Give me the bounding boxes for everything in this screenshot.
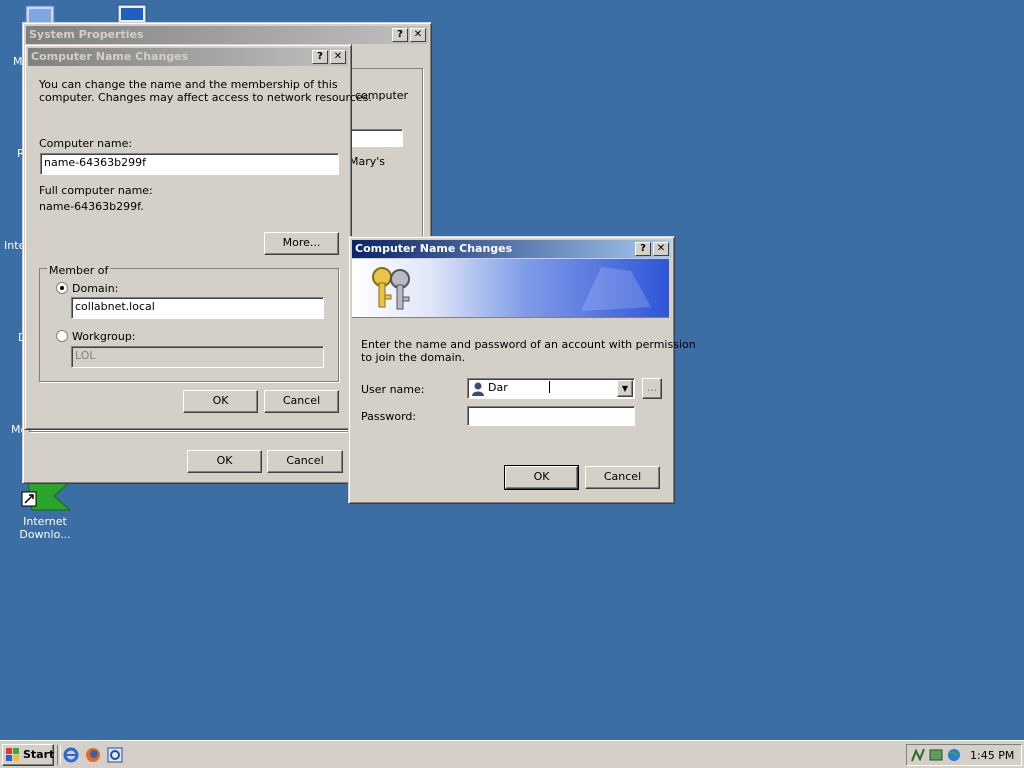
taskbar: Start 1:45 PM <box>0 740 1024 768</box>
username-combobox[interactable]: Dar ▼ <box>467 378 635 399</box>
system-properties-titlebar[interactable]: System Properties ? ✕ <box>26 26 428 44</box>
credentials-banner <box>352 259 669 318</box>
help-button[interactable]: ? <box>312 50 328 64</box>
system-properties-ok-button[interactable]: OK <box>187 450 262 473</box>
user-icon <box>472 382 484 396</box>
system-properties-cancel-button[interactable]: Cancel <box>267 450 343 473</box>
computer-name-input[interactable]: name-64363b299f <box>40 153 339 175</box>
credentials-cancel-button[interactable]: Cancel <box>585 466 660 489</box>
firefox-icon[interactable] <box>85 747 101 763</box>
quick-launch-separator <box>57 745 61 765</box>
system-tray: 1:45 PM <box>906 744 1022 766</box>
computer-name-changes-titlebar[interactable]: Computer Name Changes ? ✕ <box>28 48 348 66</box>
workgroup-label: Workgroup: <box>72 330 136 343</box>
password-input[interactable] <box>467 406 635 426</box>
credentials-prompt: Enter the name and password of an accoun… <box>361 338 696 364</box>
desktop-icon-internet-download[interactable]: Internet Downlo... <box>14 478 76 542</box>
computer-name-label: Computer name: <box>39 137 133 150</box>
credentials-dialog-title: Computer Name Changes <box>355 242 513 255</box>
computer-name-changes-window: Computer Name Changes ? ✕ You can change… <box>24 44 372 430</box>
username-label: User name: <box>361 383 425 396</box>
computer-name-ok-button[interactable]: OK <box>183 390 258 413</box>
credentials-ok-button[interactable]: OK <box>504 465 579 490</box>
start-button[interactable]: Start <box>2 744 54 766</box>
username-value: Dar <box>488 381 508 394</box>
domain-radio[interactable] <box>56 282 68 294</box>
close-button[interactable]: ✕ <box>653 242 669 256</box>
desktop-icon-label: Internet Downlo... <box>19 515 71 541</box>
full-computer-name-label: Full computer name: <box>39 184 153 197</box>
domain-input[interactable]: collabnet.local <box>71 297 324 319</box>
windows-logo-icon <box>6 748 19 761</box>
start-label: Start <box>23 748 55 761</box>
close-button[interactable]: ✕ <box>410 28 426 42</box>
help-button[interactable]: ? <box>392 28 408 42</box>
intro-text: You can change the name and the membersh… <box>39 78 372 104</box>
workgroup-radio[interactable] <box>56 330 68 342</box>
text-cursor-icon <box>549 381 550 393</box>
watermark-icon <box>581 267 651 311</box>
internet-explorer-icon[interactable] <box>63 747 79 763</box>
domain-label: Domain: <box>72 282 119 295</box>
credentials-dialog-titlebar[interactable]: Computer Name Changes ? ✕ <box>352 240 671 258</box>
credentials-dialog: Computer Name Changes ? ✕ Enter the name… <box>348 236 696 504</box>
member-of-label: Member of <box>47 264 111 277</box>
computer-name-changes-title: Computer Name Changes <box>31 50 189 63</box>
password-label: Password: <box>361 410 417 423</box>
keys-icon <box>372 267 410 310</box>
workgroup-input: LOL <box>71 346 324 368</box>
computer-name-cancel-button[interactable]: Cancel <box>264 390 339 413</box>
system-properties-text-marys: Mary's <box>349 155 386 168</box>
browse-button[interactable]: ... <box>642 378 662 399</box>
network-icon[interactable] <box>910 747 926 763</box>
username-dropdown-button[interactable]: ▼ <box>617 380 633 397</box>
full-computer-name-value: name-64363b299f. <box>39 200 144 213</box>
close-button[interactable]: ✕ <box>330 50 346 64</box>
more-button[interactable]: More... <box>264 232 339 255</box>
tray-app-icon[interactable] <box>928 747 944 763</box>
globe-icon[interactable] <box>946 747 962 763</box>
app-icon[interactable] <box>107 747 123 763</box>
clock[interactable]: 1:45 PM <box>970 749 1014 762</box>
help-button[interactable]: ? <box>635 242 651 256</box>
system-properties-title: System Properties <box>29 28 144 41</box>
